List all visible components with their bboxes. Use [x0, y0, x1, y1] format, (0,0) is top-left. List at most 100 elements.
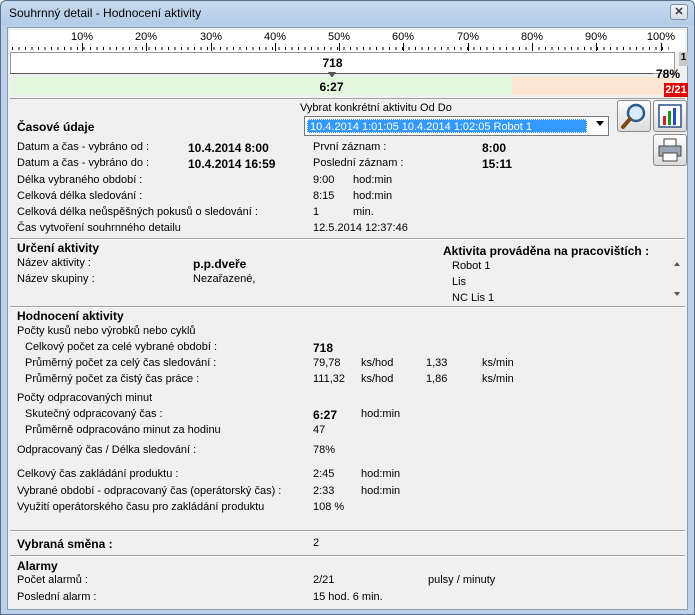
- avg-net-unit2: ks/min: [482, 373, 514, 385]
- ratio-value: 78%: [313, 444, 336, 456]
- ruler-tick-label: 80%: [520, 31, 544, 43]
- operator-time-unit: hod:min: [361, 485, 401, 497]
- search-button[interactable]: [617, 100, 651, 132]
- worked-label: Skutečný odpracovaný čas :: [25, 408, 163, 420]
- workplaces-list[interactable]: Robot 1 Lis NC Lis 1: [450, 258, 670, 302]
- workplaces-heading: Aktivita prováděna na pracovištích :: [443, 244, 650, 258]
- activity-name-label: Název aktivity :: [17, 257, 91, 269]
- activity-name-value: p.p.dveře: [193, 257, 247, 271]
- ruler-tick-label: 10%: [70, 31, 94, 43]
- from-label: Datum a čas - vybráno od :: [17, 141, 150, 153]
- client-area: 10% 20% 30% 40% 50% 60% 70% 80% 90% 100%…: [7, 27, 688, 610]
- ruler-major-tick: [661, 43, 662, 51]
- avg-net-value: 111,32: [313, 373, 346, 385]
- first-record-value: 8:00: [482, 141, 507, 155]
- bar-chart-icon: [658, 104, 682, 128]
- ruler-major-tick: [596, 43, 597, 51]
- ruler-major-tick: [468, 43, 469, 51]
- time-progress-fill: [10, 77, 512, 95]
- activity-combo[interactable]: 10.4.2014 1:01:05 10.4.2014 1:02:05 Robo…: [304, 116, 609, 136]
- time-progress-bar: 6:27: [10, 77, 675, 95]
- avg-total-value2: 1,33: [426, 357, 448, 369]
- fail-unit: min.: [353, 206, 374, 218]
- printer-icon: [658, 138, 682, 162]
- avg-net-label: Průměrný počet za čistý čas práce :: [25, 373, 200, 385]
- operator-time-label: Vybrané období - odpracovaný čas (operát…: [17, 485, 282, 497]
- list-item[interactable]: NC Lis 1: [452, 292, 494, 302]
- close-button[interactable]: ✕: [670, 4, 688, 20]
- pieces-progress-bar: 718: [10, 52, 675, 74]
- divider: [10, 556, 685, 557]
- created-label: Čas vytvoření souhrnného detailu: [17, 222, 181, 234]
- fail-label: Celková délka neůspěšných pokusů o sledo…: [17, 206, 258, 218]
- last-alarm-value: 15 hod. 6 min.: [313, 591, 383, 603]
- fail-value: 1: [313, 206, 320, 218]
- minutes-heading: Počty odpracovaných minut: [17, 392, 153, 404]
- total-pieces-label: Celkový počet za celé vybrané období :: [25, 341, 218, 353]
- ruler-tick-label: 90%: [584, 31, 608, 43]
- ruler-tick-label: 30%: [199, 31, 223, 43]
- ruler-major-tick: [275, 43, 276, 51]
- ruler-tick-label: 40%: [263, 31, 287, 43]
- period-unit: hod:min: [353, 174, 393, 186]
- side-indicator: 1: [679, 52, 688, 66]
- worked-value: 6:27: [313, 408, 338, 422]
- alarm-count-value: 2/21: [313, 574, 335, 586]
- ruler-tick-label: 50%: [327, 31, 351, 43]
- avg-total-value: 79,78: [313, 357, 341, 369]
- time-value-label: 6:27: [319, 80, 344, 94]
- ruler-tick-label: 100%: [646, 31, 676, 43]
- side-percent: 78%: [656, 67, 681, 81]
- divider: [10, 239, 685, 240]
- activity-combo-label: Vybrat konkrétní aktivitu Od Do: [300, 102, 452, 114]
- period-value: 9:00: [313, 174, 335, 186]
- setup-value: 2:45: [313, 468, 335, 480]
- last-record-value: 15:11: [482, 157, 513, 171]
- shift-value: 2: [313, 537, 320, 549]
- created-value: 12.5.2014 12:37:46: [313, 222, 408, 234]
- divider: [10, 98, 685, 99]
- avg-total-unit: ks/hod: [361, 357, 394, 369]
- first-record-label: První záznam :: [313, 141, 387, 153]
- print-button[interactable]: [653, 134, 687, 166]
- setup-label: Celkový čas zakládání produktu :: [17, 468, 179, 480]
- ruler-major-tick: [146, 43, 147, 51]
- list-item[interactable]: Lis: [452, 276, 466, 288]
- operator-time-value: 2:33: [313, 485, 335, 497]
- ruler-minor-ticks: [12, 47, 669, 50]
- worked-unit: hod:min: [361, 408, 401, 420]
- scroll-down-icon[interactable]: [674, 292, 680, 296]
- period-label: Délka vybraného období :: [17, 174, 143, 186]
- chevron-down-icon[interactable]: [596, 121, 604, 126]
- last-alarm-label: Poslední alarm :: [17, 591, 97, 603]
- usage-label: Využití operátorského času pro zakládání…: [17, 501, 265, 513]
- group-value: Nezařazené,: [193, 273, 256, 285]
- avg-net-value2: 1,86: [426, 373, 448, 385]
- shift-label: Vybraná směna :: [17, 537, 113, 551]
- time-heading: Časové údaje: [17, 120, 95, 134]
- window-title: Souhrnný detail - Hodnocení aktivity: [9, 6, 202, 20]
- to-value: 10.4.2014 16:59: [188, 157, 276, 171]
- chart-button[interactable]: [653, 100, 687, 132]
- workplaces-scrollbar[interactable]: [670, 258, 684, 302]
- ruler-major-tick: [403, 43, 404, 51]
- ruler-tick-label: 70%: [456, 31, 480, 43]
- alarm-count-label: Počet alarmů :: [17, 574, 88, 586]
- from-value: 10.4.2014 8:00: [188, 141, 269, 155]
- avg-total-unit2: ks/min: [482, 357, 514, 369]
- group-label: Název skupiny :: [17, 273, 95, 285]
- pieces-heading: Počty kusů nebo výrobků nebo cyklů: [17, 325, 196, 337]
- search-icon: [621, 103, 646, 129]
- divider: [10, 307, 685, 308]
- divider: [10, 531, 685, 532]
- pieces-value-label: 718: [322, 56, 343, 70]
- avg-net-unit: ks/hod: [361, 373, 394, 385]
- scroll-up-icon[interactable]: [674, 262, 680, 266]
- avg-worked-value: 47: [313, 424, 326, 436]
- percent-ruler: 10% 20% 30% 40% 50% 60% 70% 80% 90% 100%: [10, 30, 685, 52]
- list-item[interactable]: Robot 1: [452, 260, 491, 272]
- total-label: Celková délka sledování :: [17, 190, 143, 202]
- setup-unit: hod:min: [361, 468, 401, 480]
- avg-worked-label: Průměrně odpracováno minut za hodinu: [25, 424, 221, 436]
- ruler-tick-label: 60%: [391, 31, 415, 43]
